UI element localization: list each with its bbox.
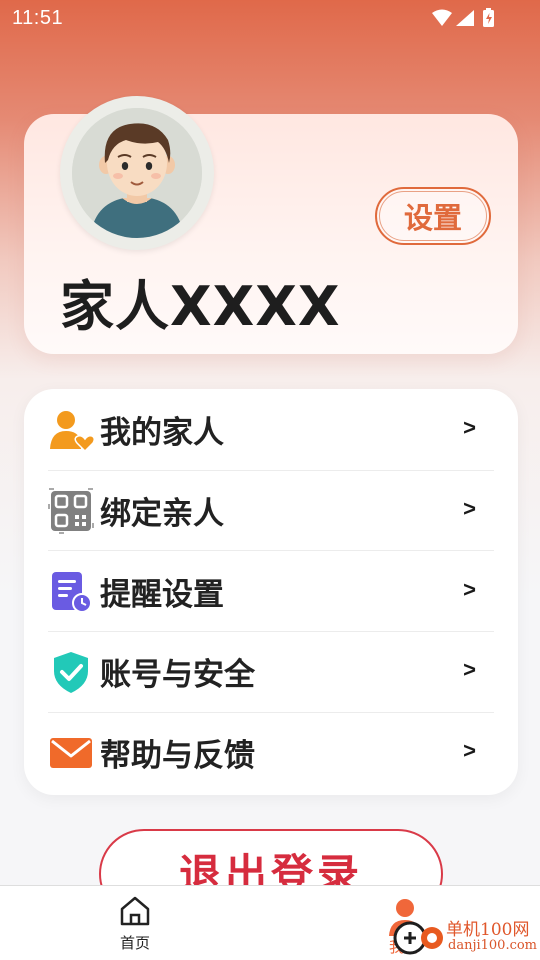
watermark-text: 单机100网 bbox=[446, 920, 530, 940]
menu-item-label: 提醒设置 bbox=[100, 577, 224, 613]
chevron-right-icon: > bbox=[463, 496, 476, 521]
settings-button[interactable]: 设置 bbox=[375, 187, 491, 245]
nav-tab-home[interactable]: 首页 bbox=[110, 894, 160, 954]
battery-icon bbox=[483, 8, 494, 27]
chevron-right-icon: > bbox=[463, 577, 476, 602]
menu-item-account-security[interactable]: 账号与安全 > bbox=[48, 631, 494, 712]
status-bar: 11:51 bbox=[0, 0, 540, 36]
home-icon bbox=[120, 896, 150, 926]
watermark-url: danji100.com bbox=[448, 938, 538, 953]
avatar-image bbox=[72, 108, 202, 238]
menu-item-reminder-settings[interactable]: 提醒设置 > bbox=[48, 551, 494, 632]
menu-item-my-family[interactable]: 我的家人 > bbox=[48, 389, 494, 470]
mail-icon bbox=[48, 730, 94, 776]
menu-item-label: 帮助与反馈 bbox=[100, 738, 255, 774]
shield-check-icon bbox=[48, 649, 94, 695]
nav-tab-home-label: 首页 bbox=[119, 934, 150, 952]
menu-item-label: 我的家人 bbox=[100, 415, 224, 451]
chevron-right-icon: > bbox=[463, 738, 476, 763]
menu-item-label: 绑定亲人 bbox=[100, 496, 224, 532]
reminder-document-icon bbox=[48, 569, 94, 615]
chevron-right-icon: > bbox=[463, 657, 476, 682]
menu-item-bind-relative[interactable]: 绑定亲人 > bbox=[48, 470, 494, 551]
chevron-right-icon: > bbox=[463, 415, 476, 440]
watermark-logo-icon bbox=[393, 921, 443, 955]
settings-button-label: 设置 bbox=[403, 201, 462, 235]
family-user-icon bbox=[48, 407, 94, 453]
person-avatar-icon bbox=[72, 108, 202, 238]
cellular-signal-icon bbox=[456, 10, 474, 26]
menu-item-help-feedback[interactable]: 帮助与反馈 > bbox=[48, 712, 494, 793]
status-time: 11:51 bbox=[12, 7, 64, 29]
watermark: 单机100网 danji100.com bbox=[390, 912, 540, 960]
menu-card: 我的家人 > 绑定亲人 > 提醒设置 > 账号与安全 > 帮助与反馈 > bbox=[24, 389, 518, 795]
qr-code-icon bbox=[48, 488, 94, 534]
wifi-icon bbox=[432, 9, 452, 26]
menu-item-label: 账号与安全 bbox=[100, 657, 255, 693]
status-icons bbox=[432, 8, 494, 27]
avatar[interactable] bbox=[60, 96, 214, 250]
user-name: 家人XXXX bbox=[60, 275, 341, 338]
